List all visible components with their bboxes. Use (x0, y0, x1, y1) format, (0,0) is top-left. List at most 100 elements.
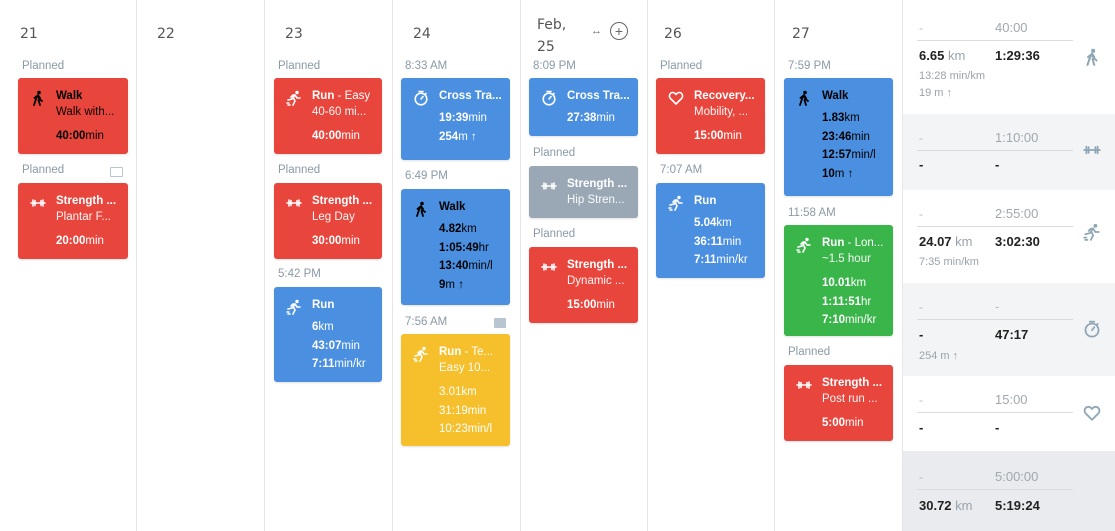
dumbbell-icon (541, 259, 557, 275)
dumbbell-icon (1083, 141, 1101, 159)
workout-card-run[interactable]: Run 6km 43:07min 7:11min/kr (274, 287, 382, 382)
card-stat-duration: 43:07min (312, 339, 360, 352)
summary-distance: - (919, 327, 924, 342)
day-column-27: 27 7:59 PM Walk 1.83km 23:46min 12:57min… (775, 0, 902, 531)
card-stat-duration: 40:00min (56, 130, 104, 142)
summary-distance: - (919, 157, 924, 172)
workout-card-strength[interactable]: Strength ... Leg Day 30:00min (274, 183, 382, 259)
card-title: Strength ... (56, 195, 117, 207)
day-header: 26 (664, 26, 682, 42)
workout-card-walk[interactable]: Walk Walk with... 40:00min (18, 78, 128, 154)
day-actions: ↔ + (591, 22, 628, 40)
walk-icon (30, 90, 46, 106)
activity-time: 8:09 PM (533, 60, 576, 72)
card-subtitle: Mobility, ... (694, 106, 749, 118)
workout-card-recovery[interactable]: Recovery... Mobility, ... 15:00min (656, 78, 765, 154)
card-stat-elevation: 10m ↑ (822, 167, 854, 180)
card-title: Run - Lon... (822, 237, 884, 249)
summary-duration: 47:17 (995, 327, 1029, 342)
summary-duration: - (995, 157, 1000, 172)
workout-card-run[interactable]: Run 5.04km 36:11min 7:11min/kr (656, 183, 765, 278)
day-column-21: 21 Planned Walk Walk with... 40:00min Pl… (0, 0, 137, 531)
card-stat-duration: 20:00min (56, 235, 104, 247)
stopwatch-icon (1083, 320, 1101, 338)
summary-pace: 7:35 min/km (919, 256, 979, 268)
workout-card-strength[interactable]: Strength ... Plantar F... 20:00min (18, 183, 128, 259)
dumbbell-icon (541, 178, 557, 194)
activity-time: 7:59 PM (788, 60, 831, 72)
card-subtitle: 40-60 mi... (312, 106, 367, 118)
card-title: Run (312, 299, 335, 311)
image-icon[interactable] (110, 167, 123, 177)
planned-label: Planned (278, 60, 321, 72)
workout-card-walk[interactable]: Walk 4.82km 1:05:49hr 13:40min/l 9m ↑ (401, 189, 510, 305)
card-stat-duration: 1:05:49hr (439, 241, 489, 254)
card-title: Strength ... (822, 377, 883, 389)
card-stat-duration: 15:00min (567, 299, 615, 311)
day-number: 25 (537, 39, 555, 55)
card-title: Run - Te... (439, 346, 494, 358)
card-title: Cross Tra... (567, 90, 630, 102)
workout-card-run-long[interactable]: Run - Lon... ~1.5 hour 10.01km 1:11:51hr… (784, 225, 893, 336)
summary-planned-distance: - (919, 470, 923, 484)
summary-divider (917, 489, 1073, 490)
card-stat-duration: 31:19min (439, 404, 487, 417)
summary-row-walk: - 40:00 6.65 km 1:29:36 13:28 min/km 19 … (903, 0, 1115, 114)
workout-card-run-tempo[interactable]: Run - Te... Easy 10... 3.01km 31:19min 1… (401, 334, 510, 446)
summary-row-run: - 2:55:00 24.07 km 3:02:30 7:35 min/km (903, 190, 1115, 283)
summary-duration: 5:19:24 (995, 498, 1040, 513)
workout-card-run-easy[interactable]: Run - Easy 40-60 mi... 40:00min (274, 78, 382, 154)
summary-row-cross-training: - - - 47:17 254 m ↑ (903, 283, 1115, 376)
dumbbell-icon (796, 377, 812, 393)
workout-card-strength-post-run[interactable]: Strength ... Post run ... 5:00min (784, 365, 893, 441)
day-column-25: Feb, 25 ↔ + 8:09 PM Cross Tra... 27:38mi… (521, 0, 648, 531)
card-stat-pace: 7:11min/kr (694, 254, 748, 266)
day-column-24: 24 8:33 AM Cross Tra... 19:39min 254m ↑ … (393, 0, 521, 531)
workout-card-cross-training[interactable]: Cross Tra... 27:38min (529, 78, 638, 136)
plus-circle-icon[interactable]: + (610, 22, 628, 40)
card-subtitle: Hip Stren... (567, 194, 625, 206)
workout-card-cross-training[interactable]: Cross Tra... 19:39min 254m ↑ (401, 78, 510, 160)
planned-label: Planned (533, 147, 576, 159)
summary-divider (917, 40, 1073, 41)
summary-elevation: 254 m ↑ (919, 350, 959, 362)
summary-goal-duration: 5:00:00 (995, 469, 1039, 484)
day-header: 21 (20, 26, 38, 42)
card-title: Run (694, 195, 717, 207)
card-stat-elevation: 254m ↑ (439, 130, 477, 143)
card-title: Walk (439, 201, 466, 213)
arrows-horizontal-icon[interactable]: ↔ (591, 25, 602, 37)
run-icon (413, 346, 429, 362)
walk-icon (796, 90, 812, 106)
card-title: Strength ... (567, 259, 628, 271)
summary-divider (917, 412, 1073, 413)
card-stat-elevation: 9m ↑ (439, 278, 464, 291)
run-icon (286, 90, 302, 106)
card-subtitle: Leg Day (312, 211, 355, 223)
summary-planned-distance: - (919, 207, 923, 221)
card-subtitle: Post run ... (822, 393, 878, 405)
day-column-23: 23 Planned Run - Easy 40-60 mi... 40:00m… (265, 0, 393, 531)
day-column-22: 22 (137, 0, 265, 531)
walk-icon (1083, 48, 1101, 66)
run-icon (1083, 223, 1101, 241)
card-stat-distance: 5.04km (694, 217, 732, 229)
summary-divider (917, 150, 1073, 151)
card-stat-pace: 7:11min/kr (312, 358, 366, 370)
day-header: 24 (413, 26, 431, 42)
card-title: Recovery... (694, 90, 755, 102)
comment-icon[interactable] (494, 318, 506, 328)
workout-card-walk[interactable]: Walk 1.83km 23:46min 12:57min/l 10m ↑ (784, 78, 893, 196)
card-title: Cross Tra... (439, 90, 502, 102)
summary-distance: 24.07 km (919, 234, 973, 249)
activity-time: 6:49 PM (405, 170, 448, 182)
walk-icon (413, 201, 429, 217)
card-stat-duration: 23:46min (822, 130, 870, 143)
workout-card-strength-dynamic[interactable]: Strength ... Dynamic ... 15:00min (529, 247, 638, 323)
card-stat-distance: 10.01km (822, 277, 867, 289)
month-label: Feb, (537, 17, 567, 33)
summary-planned-distance: - (919, 393, 923, 407)
workout-card-strength-hip[interactable]: Strength ... Hip Stren... (529, 166, 638, 218)
planned-label: Planned (660, 60, 703, 72)
card-stat-duration: 40:00min (312, 130, 360, 142)
